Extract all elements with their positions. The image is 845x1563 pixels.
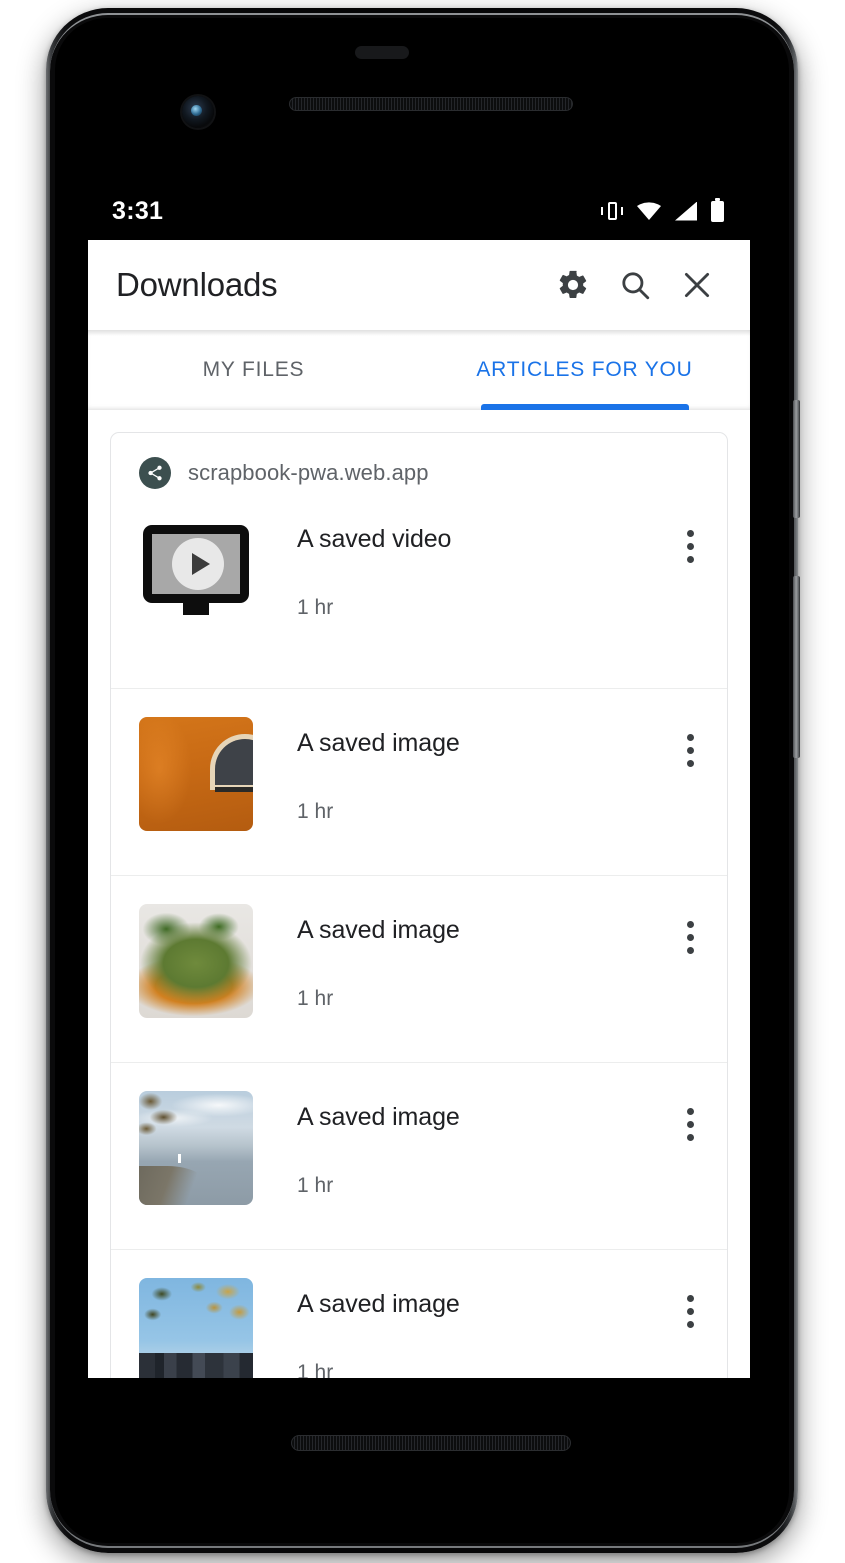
- status-clock: 3:31: [112, 196, 164, 225]
- overflow-menu-icon[interactable]: [663, 910, 717, 964]
- phone-screen: 3:31 Downloads MY FILES ARTICLES FOR YOU…: [88, 182, 750, 1378]
- lake-shore-photo: [139, 1091, 253, 1205]
- list-item[interactable]: A saved image 1 hr: [111, 875, 727, 1062]
- overflow-menu-icon[interactable]: [663, 723, 717, 777]
- list-item[interactable]: A saved image 1 hr: [111, 1062, 727, 1249]
- tab-articles-for-you[interactable]: ARTICLES FOR YOU: [419, 330, 750, 410]
- orange-wall-photo: [139, 717, 253, 831]
- list-item-text: A saved image 1 hr: [253, 1274, 663, 1378]
- share-icon: [139, 457, 171, 489]
- overflow-menu-icon[interactable]: [663, 1284, 717, 1338]
- list-item[interactable]: A saved video 1 hr: [111, 501, 727, 688]
- list-item-title: A saved image: [297, 729, 460, 757]
- list-item[interactable]: A saved image 1 hr: [111, 688, 727, 875]
- video-placeholder-icon: [139, 513, 253, 627]
- gear-icon: [559, 270, 587, 299]
- status-bar: 3:31: [88, 182, 750, 240]
- tab-bar: MY FILES ARTICLES FOR YOU: [88, 330, 750, 410]
- list-item-title: A saved image: [297, 1290, 460, 1318]
- list-item-title: A saved image: [297, 1103, 460, 1131]
- settings-button[interactable]: [542, 254, 604, 316]
- tab-articles-for-you-label: ARTICLES FOR YOU: [476, 358, 693, 381]
- tab-my-files[interactable]: MY FILES: [88, 330, 419, 410]
- list-item-subtitle: 1 hr: [297, 1361, 334, 1378]
- phone-glass: 3:31 Downloads MY FILES ARTICLES FOR YOU…: [55, 18, 789, 1543]
- tab-my-files-label: MY FILES: [202, 358, 305, 381]
- search-icon: [622, 272, 650, 300]
- signal-icon: [675, 201, 697, 221]
- page-title: Downloads: [116, 266, 278, 303]
- front-camera: [182, 96, 214, 128]
- search-button[interactable]: [604, 254, 666, 316]
- card-header: scrapbook-pwa.web.app: [111, 433, 727, 501]
- wifi-icon: [637, 202, 661, 220]
- proximity-sensor: [355, 46, 409, 59]
- overflow-menu-icon[interactable]: [663, 519, 717, 573]
- volume-button[interactable]: [793, 576, 800, 758]
- download-card: scrapbook-pwa.web.app A saved video 1 hr…: [110, 432, 728, 1378]
- battery-icon: [711, 197, 724, 222]
- bottom-speaker: [291, 1435, 571, 1451]
- vibrate-icon: [601, 200, 623, 222]
- list-item[interactable]: A saved image 1 hr: [111, 1249, 727, 1378]
- status-icons: [601, 197, 724, 222]
- close-icon: [684, 272, 710, 298]
- overflow-menu-icon[interactable]: [663, 1097, 717, 1151]
- power-button[interactable]: [793, 400, 800, 518]
- articles-list[interactable]: scrapbook-pwa.web.app A saved video 1 hr…: [88, 410, 750, 1378]
- list-item-text: A saved video 1 hr: [253, 509, 663, 620]
- card-domain-label: scrapbook-pwa.web.app: [188, 460, 429, 485]
- list-item-subtitle: 1 hr: [297, 1174, 334, 1197]
- list-item-title: A saved video: [297, 525, 452, 553]
- list-item-title: A saved image: [297, 916, 460, 944]
- earpiece-speaker: [289, 97, 573, 111]
- list-item-subtitle: 1 hr: [297, 987, 334, 1010]
- list-item-subtitle: 1 hr: [297, 800, 334, 823]
- city-skyline-photo: [139, 1278, 253, 1378]
- list-item-text: A saved image 1 hr: [253, 713, 663, 824]
- list-item-text: A saved image 1 hr: [253, 1087, 663, 1198]
- app-toolbar: Downloads: [88, 240, 750, 330]
- list-item-subtitle: 1 hr: [297, 596, 334, 619]
- tab-active-indicator: [480, 404, 689, 410]
- close-button[interactable]: [666, 254, 728, 316]
- phone-device: 3:31 Downloads MY FILES ARTICLES FOR YOU…: [46, 8, 800, 1553]
- avocado-toast-photo: [139, 904, 253, 1018]
- list-item-text: A saved image 1 hr: [253, 900, 663, 1011]
